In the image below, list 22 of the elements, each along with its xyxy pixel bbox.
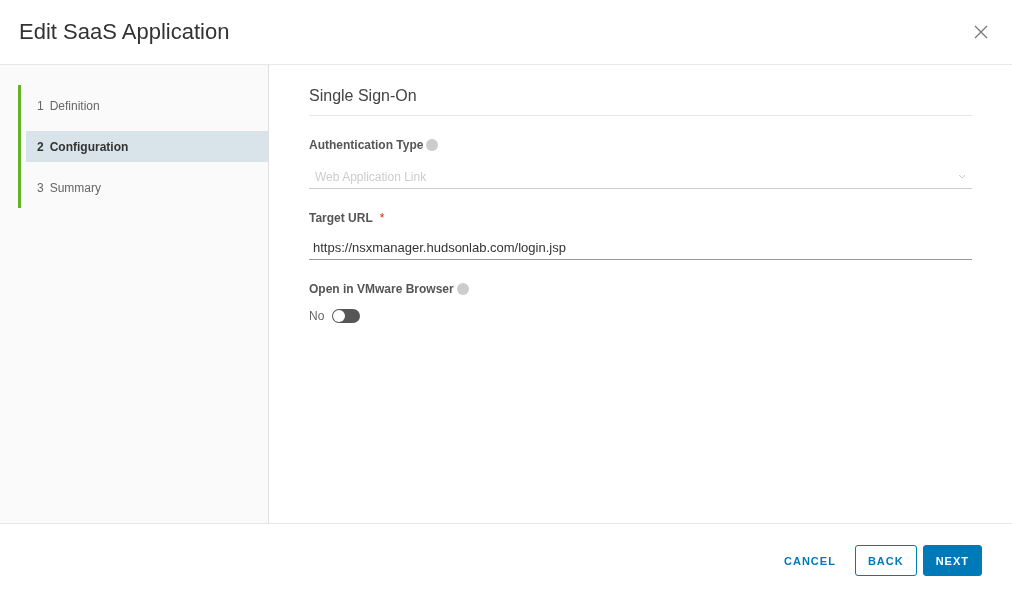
chevron-down-icon (958, 174, 966, 179)
toggle-label: No (309, 309, 325, 323)
step-number: 3 (37, 180, 44, 195)
wizard-step[interactable]: 3 Summary (26, 172, 268, 203)
step-number: 2 (37, 139, 44, 154)
step-number: 1 (37, 98, 44, 113)
input-field[interactable]: https://nsxmanager.hudsonlab.com/login.jsp (309, 236, 972, 260)
section-title: Single Sign-On (309, 87, 972, 116)
back-button[interactable]: BACK (854, 545, 917, 576)
field-label: Authentication Type (309, 138, 424, 152)
next-button[interactable]: NEXT (922, 545, 982, 576)
wizard-step[interactable]: 2 Configuration (26, 131, 268, 162)
toggle-switch[interactable] (332, 309, 361, 323)
field-label: Target URL (309, 211, 373, 225)
wizard-step[interactable]: 1 Definition (26, 90, 268, 121)
step-label: Configuration (49, 139, 129, 154)
required-asterisk: * (379, 211, 385, 225)
close-button[interactable] (972, 23, 990, 41)
dialog-title: Edit SaaS Application (19, 19, 230, 45)
field-label: Open in VMware Browser (309, 282, 454, 296)
step-label: Definition (49, 98, 100, 113)
step-label: Summary (49, 180, 102, 195)
